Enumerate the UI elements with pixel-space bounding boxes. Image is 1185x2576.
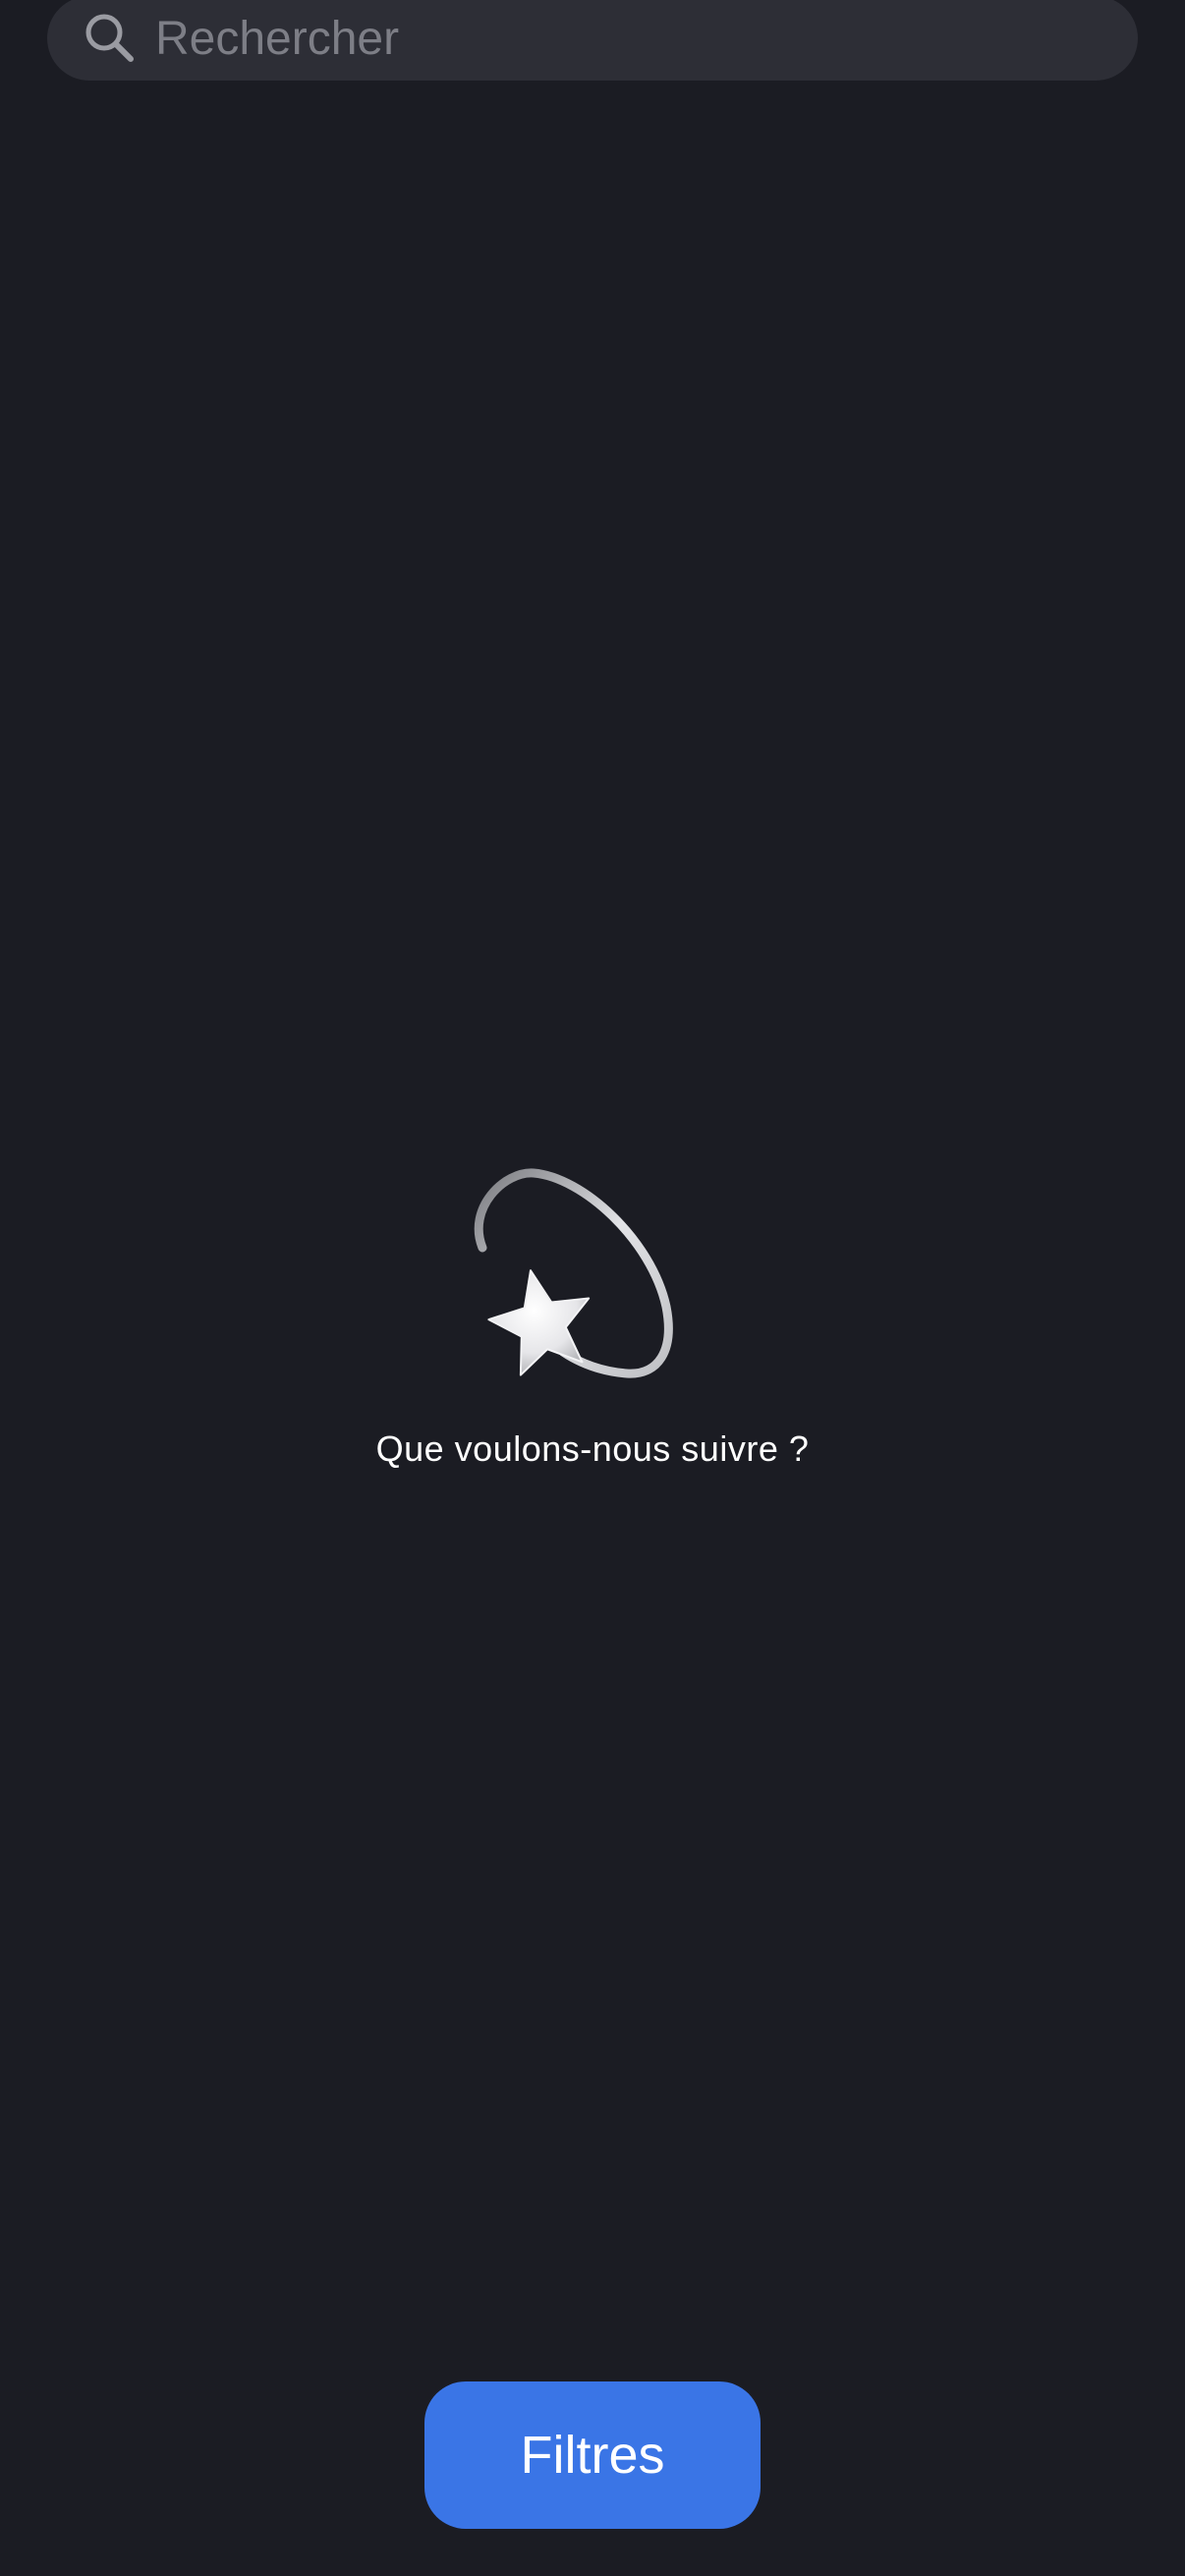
- empty-state: Que voulons-nous suivre ?: [0, 1159, 1185, 1470]
- search-input[interactable]: [155, 0, 1138, 81]
- search-bar[interactable]: [47, 0, 1138, 81]
- search-icon: [83, 11, 138, 66]
- dizzy-star-icon: [474, 1168, 673, 1378]
- filters-button[interactable]: Filtres: [424, 2381, 761, 2529]
- empty-state-message: Que voulons-nous suivre ?: [375, 1428, 810, 1469]
